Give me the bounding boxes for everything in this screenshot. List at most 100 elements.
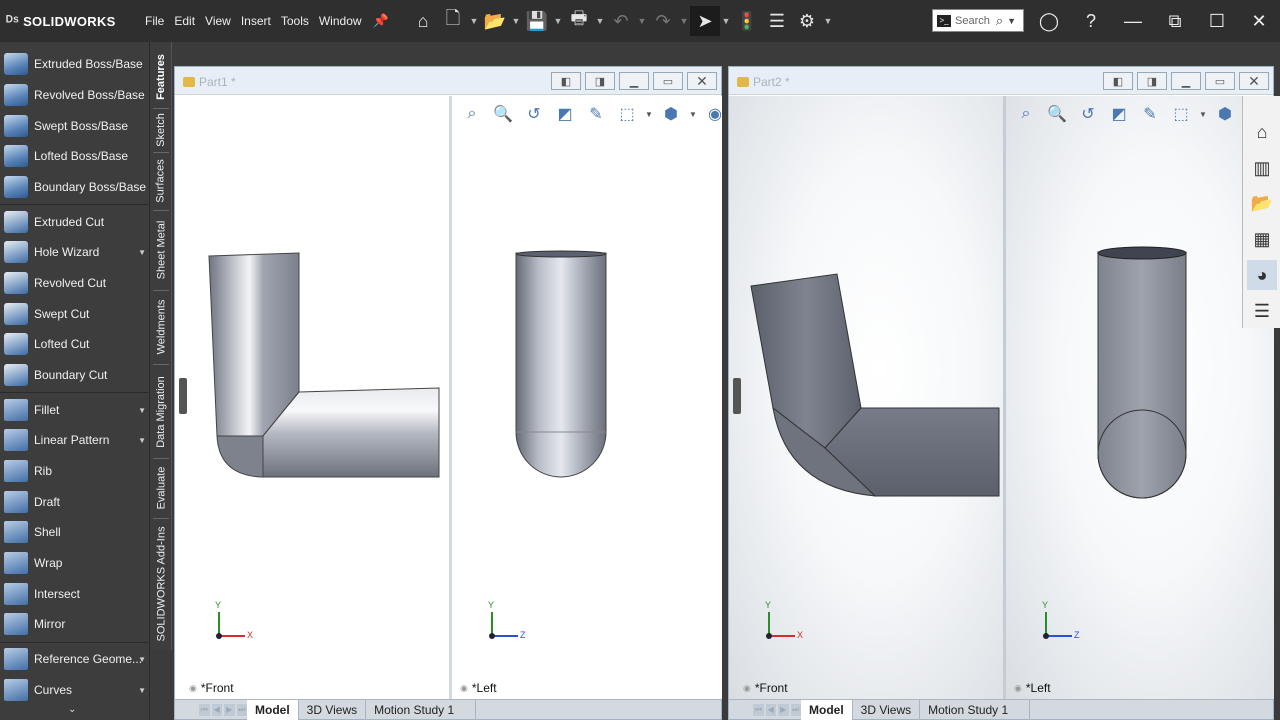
cmd-swept-cut[interactable]: Swept Cut xyxy=(4,300,148,328)
cmd-linear-pattern[interactable]: Linear Pattern ▼ xyxy=(4,426,148,454)
tile-right-icon[interactable]: ◨ xyxy=(585,72,615,90)
chevron-down-icon[interactable]: ▼ xyxy=(1198,102,1208,126)
cmd-revolved-boss[interactable]: Revolved Boss/Base xyxy=(4,81,148,109)
undo-icon[interactable]: ↶ xyxy=(606,6,636,36)
tile-right-icon[interactable]: ◨ xyxy=(1137,72,1167,90)
tab-3d-views[interactable]: 3D Views xyxy=(299,699,367,720)
user-account-icon[interactable]: ◯ xyxy=(1034,6,1064,36)
menu-file[interactable]: File xyxy=(140,14,169,28)
close-icon[interactable]: ✕ xyxy=(1244,6,1274,36)
cmd-shell[interactable]: Shell xyxy=(4,518,148,546)
zoom-to-fit-icon[interactable]: ⌕ xyxy=(458,102,486,126)
chevron-down-icon[interactable]: ▼ xyxy=(138,248,146,257)
maximize-icon[interactable]: ▭ xyxy=(1205,72,1235,90)
cmd-extruded-boss[interactable]: Extruded Boss/Base xyxy=(4,50,148,78)
tab-model[interactable]: Model xyxy=(801,699,853,720)
cmd-boundary-boss[interactable]: Boundary Boss/Base xyxy=(4,173,148,201)
select-dropdown-icon[interactable]: ▼ xyxy=(720,6,732,36)
menu-window[interactable]: Window xyxy=(314,14,367,28)
tab-sheet-metal[interactable]: Sheet Metal xyxy=(150,214,172,286)
graphics-viewport-left[interactable]: ⌕ 🔍 ↺ ◩ ✎ ⬚ ▼ ⬢ ▼ ◉ Y Z ◉ *Left xyxy=(452,96,722,699)
print-dropdown-icon[interactable]: ▼ xyxy=(594,6,606,36)
tab-solidworks-addins[interactable]: SOLIDWORKS Add-Ins xyxy=(150,522,172,646)
graphics-viewport-left[interactable]: ⌕ 🔍 ↺ ◩ ✎ ⬚ ▼ ⬢ ▼ xyxy=(1006,96,1274,699)
maximize-icon[interactable]: ☐ xyxy=(1202,6,1232,36)
close-icon[interactable]: ✕ xyxy=(1239,72,1269,90)
cmd-mirror[interactable]: Mirror xyxy=(4,610,148,638)
cmd-revolved-cut[interactable]: Revolved Cut xyxy=(4,269,148,297)
cmd-hole-wizard[interactable]: Hole Wizard ▼ xyxy=(4,238,148,266)
pin-icon[interactable]: 📌 xyxy=(373,13,389,29)
display-style-icon[interactable]: ⬢ xyxy=(1211,102,1239,126)
more-commands-icon[interactable]: ⌄ xyxy=(68,704,76,715)
tab-scroll-arrows[interactable]: ⏮ ◀ ▶ ⏭ xyxy=(175,703,247,716)
save-dropdown-icon[interactable]: ▼ xyxy=(552,6,564,36)
menu-view[interactable]: View xyxy=(200,14,236,28)
zoom-to-area-icon[interactable]: 🔍 xyxy=(1043,102,1071,126)
previous-view-icon[interactable]: ↺ xyxy=(520,102,548,126)
close-icon[interactable]: ✕ xyxy=(687,72,717,90)
cmd-lofted-cut[interactable]: Lofted Cut xyxy=(4,330,148,358)
custom-properties-icon[interactable]: ☰ xyxy=(1247,296,1277,326)
cmd-wrap[interactable]: Wrap xyxy=(4,549,148,577)
select-cursor-icon[interactable]: ➤ xyxy=(690,6,720,36)
tab-motion-study[interactable]: Motion Study 1 xyxy=(366,699,477,720)
previous-view-icon[interactable]: ↺ xyxy=(1074,102,1102,126)
options-dropdown-icon[interactable]: ▼ xyxy=(822,6,834,36)
section-view-icon[interactable]: ◩ xyxy=(551,102,579,126)
menu-tools[interactable]: Tools xyxy=(276,14,314,28)
appearances-icon[interactable]: ◕ xyxy=(1247,260,1277,290)
tile-left-icon[interactable]: ◧ xyxy=(1103,72,1133,90)
graphics-viewport-front[interactable]: Y X ◉ *Front xyxy=(729,96,1003,699)
graphics-viewport-front[interactable]: Y X ◉ *Front xyxy=(175,96,449,699)
restore-icon[interactable]: ⧉ xyxy=(1160,6,1190,36)
display-style-icon[interactable]: ⬢ xyxy=(657,102,685,126)
cmd-swept-boss[interactable]: Swept Boss/Base xyxy=(4,112,148,140)
chevron-down-icon[interactable]: ▼ xyxy=(138,686,146,695)
cmd-boundary-cut[interactable]: Boundary Cut xyxy=(4,361,148,389)
zoom-to-fit-icon[interactable]: ⌕ xyxy=(1012,102,1040,126)
file-explorer-icon[interactable]: 📂 xyxy=(1247,188,1277,218)
minimize-icon[interactable]: ▁ xyxy=(619,72,649,90)
chevron-down-icon[interactable]: ▼ xyxy=(138,406,146,415)
redo-icon[interactable]: ↷ xyxy=(648,6,678,36)
cmd-extruded-cut[interactable]: Extruded Cut xyxy=(4,208,148,236)
panel-grip-handle[interactable] xyxy=(179,378,187,414)
tab-data-migration[interactable]: Data Migration xyxy=(150,370,172,454)
hide-show-items-icon[interactable]: ◉ xyxy=(701,102,722,126)
tab-3d-views[interactable]: 3D Views xyxy=(853,699,921,720)
zoom-to-area-icon[interactable]: 🔍 xyxy=(489,102,517,126)
undo-dropdown-icon[interactable]: ▼ xyxy=(636,6,648,36)
save-icon[interactable]: 💾 xyxy=(522,6,552,36)
solidworks-logo[interactable]: ᴰˢ SOLIDWORKS xyxy=(0,13,140,30)
search-dropdown-icon[interactable]: ▼ xyxy=(1007,16,1016,26)
tab-model[interactable]: Model xyxy=(247,699,299,720)
tab-evaluate[interactable]: Evaluate xyxy=(150,462,172,514)
print-icon[interactable]: 🖶 xyxy=(564,6,594,36)
minimize-icon[interactable]: — xyxy=(1118,6,1148,36)
chevron-down-icon[interactable]: ▼ xyxy=(688,102,698,126)
file-properties-icon[interactable]: ☰ xyxy=(762,6,792,36)
tab-motion-study[interactable]: Motion Study 1 xyxy=(920,699,1031,720)
tile-left-icon[interactable]: ◧ xyxy=(551,72,581,90)
chevron-down-icon[interactable]: ▼ xyxy=(138,436,146,445)
view-palette-icon[interactable]: ▦ xyxy=(1247,224,1277,254)
chevron-down-icon[interactable]: ▼ xyxy=(138,655,146,664)
options-gear-icon[interactable]: ⚙ xyxy=(792,6,822,36)
chevron-down-icon[interactable]: ▼ xyxy=(644,102,654,126)
help-icon[interactable]: ? xyxy=(1076,6,1106,36)
tab-features[interactable]: Features xyxy=(150,48,172,106)
menu-edit[interactable]: Edit xyxy=(169,14,200,28)
tab-scroll-arrows[interactable]: ⏮ ◀ ▶ ⏭ xyxy=(729,703,801,716)
cmd-lofted-boss[interactable]: Lofted Boss/Base xyxy=(4,142,148,170)
panel-grip-handle[interactable] xyxy=(733,378,741,414)
dynamic-annotation-icon[interactable]: ✎ xyxy=(582,102,610,126)
cmd-intersect[interactable]: Intersect xyxy=(4,580,148,608)
section-view-icon[interactable]: ◩ xyxy=(1105,102,1133,126)
maximize-icon[interactable]: ▭ xyxy=(653,72,683,90)
solidworks-resources-icon[interactable]: ⌂ xyxy=(1247,117,1277,147)
tab-sketch[interactable]: Sketch xyxy=(150,110,172,150)
cmd-rib[interactable]: Rib xyxy=(4,457,148,485)
open-dropdown-icon[interactable]: ▼ xyxy=(510,6,522,36)
redo-dropdown-icon[interactable]: ▼ xyxy=(678,6,690,36)
